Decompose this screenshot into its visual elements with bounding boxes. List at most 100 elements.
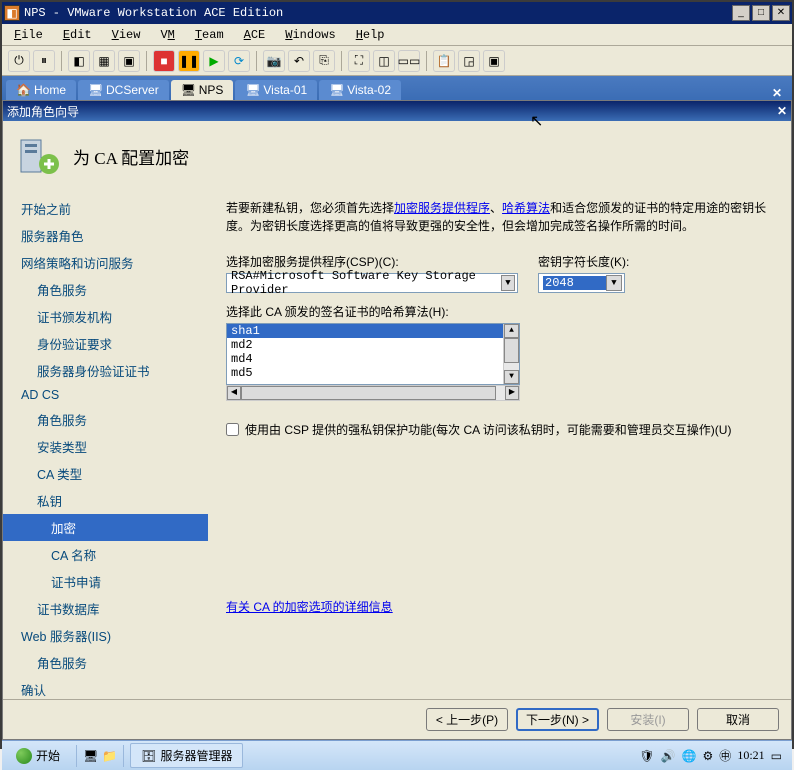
wizard-titlebar: 添加角色向导 ↖ ✕ <box>3 101 791 121</box>
keylen-select[interactable]: 2048 ▼ <box>538 273 625 293</box>
system-tray: 🛡 🔊 🌐 ⚙ ㊥ 10:21 ▭ <box>639 747 788 764</box>
nav-item[interactable]: 角色服务 <box>3 649 208 676</box>
monitor-icon: 🖥 <box>181 83 195 97</box>
tab-home[interactable]: 🏠Home <box>6 80 76 100</box>
app-icon: ◧ <box>4 5 20 21</box>
tab-close-icon[interactable]: ✕ <box>766 86 788 100</box>
nav-item[interactable]: 服务器角色 <box>3 222 208 249</box>
hash-listbox[interactable]: sha1 md2 md4 md5 ▲ ▼ <box>226 323 520 385</box>
scroll-up-icon[interactable]: ▲ <box>504 324 519 338</box>
nav-item[interactable]: AD CS <box>3 384 208 406</box>
tray-icon[interactable]: 🌐 <box>682 749 697 763</box>
tray-icon[interactable]: 🛡 <box>639 749 654 763</box>
next-button[interactable]: 下一步(N) > <box>516 708 599 731</box>
nav-item[interactable]: 服务器身份验证证书 <box>3 357 208 384</box>
nav-item[interactable]: CA 类型 <box>3 460 208 487</box>
tab-nps[interactable]: 🖥NPS <box>171 80 234 100</box>
clock[interactable]: 10:21 <box>737 748 764 763</box>
scroll-thumb[interactable] <box>504 338 519 363</box>
csp-link[interactable]: 加密服务提供程序 <box>394 201 490 215</box>
nav-item[interactable]: 身份验证要求 <box>3 330 208 357</box>
menu-vm[interactable]: VM <box>152 26 182 44</box>
reset-icon[interactable]: ⟳ <box>228 50 250 72</box>
multimon-icon[interactable]: ▭▭ <box>398 50 420 72</box>
nav-item[interactable]: 证书申请 <box>3 568 208 595</box>
nav-item[interactable]: 开始之前 <box>3 195 208 222</box>
dropdown-arrow-icon[interactable]: ▼ <box>606 275 622 291</box>
play-icon[interactable]: ▶ <box>203 50 225 72</box>
monitor-icon: 🖥 <box>88 83 102 97</box>
cancel-button[interactable]: 取消 <box>697 708 779 731</box>
show-desktop-icon[interactable]: ▭ <box>771 749 782 763</box>
wizard-close-icon[interactable]: ✕ <box>777 104 787 118</box>
nav-item[interactable]: 加密 <box>3 514 208 541</box>
menu-windows[interactable]: Windows <box>277 26 343 44</box>
wizard-window-title: 添加角色向导 <box>7 103 777 120</box>
list-item[interactable]: sha1 <box>227 324 519 338</box>
wizard-nav: 开始之前服务器角色网络策略和访问服务角色服务证书颁发机构身份验证要求服务器身份验… <box>3 191 208 699</box>
scroll-right-icon[interactable]: ▶ <box>505 386 519 400</box>
snapshot-manager-icon[interactable]: ⎘ <box>313 50 335 72</box>
server-icon <box>17 134 61 178</box>
list-item[interactable]: md5 <box>227 366 519 380</box>
vertical-scrollbar[interactable]: ▲ ▼ <box>503 324 519 384</box>
pause-icon[interactable]: ❚❚ <box>178 50 200 72</box>
stop-icon[interactable]: ■ <box>153 50 175 72</box>
scroll-down-icon[interactable]: ▼ <box>504 370 519 384</box>
snapshot-icon[interactable]: 📷 <box>263 50 285 72</box>
appliance-icon[interactable]: ◲ <box>458 50 480 72</box>
scroll-left-icon[interactable]: ◀ <box>227 386 241 400</box>
unity-icon[interactable]: ◫ <box>373 50 395 72</box>
menu-help[interactable]: Help <box>348 26 393 44</box>
quick-launch-explorer-icon[interactable]: 📁 <box>102 749 117 763</box>
menu-view[interactable]: View <box>104 26 149 44</box>
close-button[interactable]: ✕ <box>772 5 790 21</box>
tab-vista02[interactable]: 🖥Vista-02 <box>319 80 401 100</box>
scroll-thumb[interactable] <box>241 386 496 400</box>
menu-team[interactable]: Team <box>187 26 232 44</box>
nav-item[interactable]: 角色服务 <box>3 276 208 303</box>
quick-launch-desktop-icon[interactable]: 🖥 <box>83 749 98 763</box>
sidebar-icon[interactable]: ◧ <box>68 50 90 72</box>
install-button[interactable]: 安装(I) <box>607 708 689 731</box>
thumbnails-icon[interactable]: ▦ <box>93 50 115 72</box>
tab-vista01[interactable]: 🖥Vista-01 <box>235 80 317 100</box>
revert-icon[interactable]: ↶ <box>288 50 310 72</box>
horizontal-scrollbar[interactable]: ◀ ▶ <box>226 385 520 401</box>
power-off-icon[interactable]: ⏻ <box>8 50 30 72</box>
taskbar-item-server-manager[interactable]: 🗄 服务器管理器 <box>130 743 243 768</box>
nav-item[interactable]: 私钥 <box>3 487 208 514</box>
csp-select[interactable]: RSA#Microsoft Software Key Storage Provi… <box>226 273 518 293</box>
hash-link[interactable]: 哈希算法 <box>502 201 550 215</box>
console-view-icon[interactable]: ▣ <box>483 50 505 72</box>
nav-item[interactable]: 网络策略和访问服务 <box>3 249 208 276</box>
nav-item[interactable]: 确认 <box>3 676 208 699</box>
console-icon[interactable]: ▣ <box>118 50 140 72</box>
list-item[interactable]: md4 <box>227 352 519 366</box>
summary-icon[interactable]: 📋 <box>433 50 455 72</box>
tray-icon[interactable]: 🔊 <box>661 749 676 763</box>
maximize-button[interactable]: □ <box>752 5 770 21</box>
fullscreen-icon[interactable]: ⛶ <box>348 50 370 72</box>
menu-edit[interactable]: Edit <box>55 26 100 44</box>
tray-icon[interactable]: ⚙ <box>703 749 714 763</box>
prev-button[interactable]: < 上一步(P) <box>426 708 508 731</box>
list-item[interactable]: md2 <box>227 338 519 352</box>
windows-orb-icon <box>16 748 32 764</box>
nav-item[interactable]: Web 服务器(IIS) <box>3 622 208 649</box>
minimize-button[interactable]: _ <box>732 5 750 21</box>
menu-ace[interactable]: ACE <box>236 26 274 44</box>
suspend-icon[interactable]: ⏸ <box>33 50 55 72</box>
nav-item[interactable]: 证书数据库 <box>3 595 208 622</box>
more-info-link[interactable]: 有关 CA 的加密选项的详细信息 <box>226 598 773 615</box>
tray-input-icon[interactable]: ㊥ <box>719 747 731 764</box>
start-button[interactable]: 开始 <box>6 745 70 766</box>
nav-item[interactable]: 安装类型 <box>3 433 208 460</box>
strong-key-checkbox[interactable] <box>226 423 239 436</box>
tab-dcserver[interactable]: 🖥DCServer <box>78 80 169 100</box>
dropdown-arrow-icon[interactable]: ▼ <box>501 275 515 291</box>
nav-item[interactable]: 证书颁发机构 <box>3 303 208 330</box>
nav-item[interactable]: 角色服务 <box>3 406 208 433</box>
menu-file[interactable]: File <box>6 26 51 44</box>
nav-item[interactable]: CA 名称 <box>3 541 208 568</box>
